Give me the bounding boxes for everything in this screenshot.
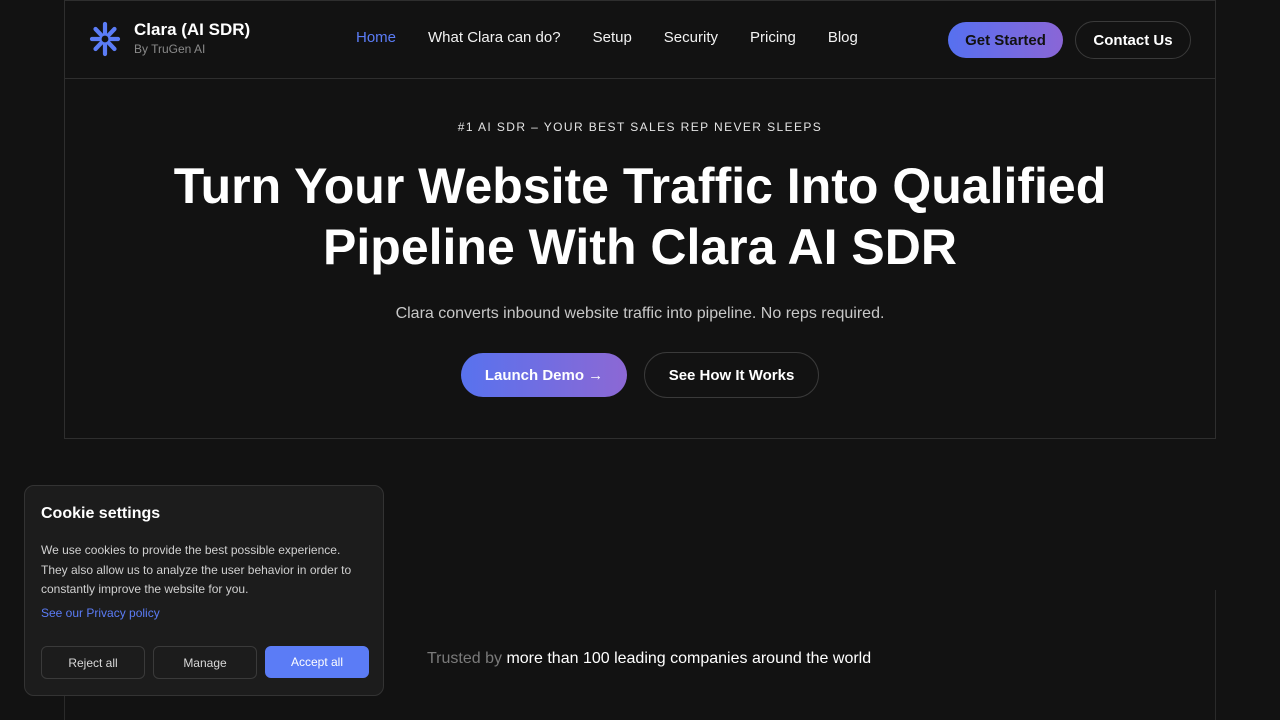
- hero-eyebrow: #1 AI SDR – YOUR BEST SALES REP NEVER SL…: [457, 120, 823, 134]
- asterisk-logo-icon: [89, 21, 121, 57]
- nav-link-setup[interactable]: Setup: [593, 29, 632, 47]
- cookie-settings-dialog: Cookie settings We use cookies to provid…: [24, 485, 384, 696]
- accept-all-button[interactable]: Accept all: [265, 646, 369, 678]
- see-how-it-works-button[interactable]: See How It Works: [644, 352, 819, 398]
- hero-subtitle: Clara converts inbound website traffic i…: [395, 305, 885, 322]
- section-divider-right: [1215, 590, 1216, 720]
- launch-demo-button[interactable]: Launch Demo →: [461, 353, 627, 397]
- manage-cookies-button[interactable]: Manage: [153, 646, 257, 679]
- hero-title-line-2: Pipeline With Clara AI SDR: [323, 219, 957, 275]
- navbar: Clara (AI SDR) By TruGen AI Home What Cl…: [64, 0, 1216, 79]
- brand[interactable]: Clara (AI SDR) By TruGen AI: [88, 20, 250, 58]
- get-started-button[interactable]: Get Started: [948, 22, 1063, 58]
- reject-all-button[interactable]: Reject all: [41, 646, 145, 679]
- hero-title-line-1: Turn Your Website Traffic Into Qualified: [173, 158, 1107, 214]
- nav-link-blog[interactable]: Blog: [828, 29, 858, 47]
- hero-title: Turn Your Website Traffic Into Qualified…: [140, 156, 1140, 278]
- trusted-by-text: Trusted by more than 100 leading compani…: [427, 650, 871, 668]
- nav-links: Home What Clara can do? Setup Security P…: [356, 29, 890, 47]
- trusted-by-count: more than 100 leading companies around t…: [506, 650, 872, 667]
- trusted-by-muted: Trusted by: [427, 650, 502, 667]
- nav-link-what-clara-can-do[interactable]: What Clara can do?: [428, 29, 561, 47]
- nav-link-security[interactable]: Security: [664, 29, 718, 47]
- privacy-policy-link[interactable]: See our Privacy policy: [41, 606, 160, 620]
- contact-us-button[interactable]: Contact Us: [1075, 21, 1191, 59]
- cookie-title: Cookie settings: [41, 505, 161, 522]
- nav-link-home[interactable]: Home: [356, 29, 396, 47]
- nav-link-pricing[interactable]: Pricing: [750, 29, 796, 47]
- cookie-description: We use cookies to provide the best possi…: [41, 543, 352, 596]
- brand-name: Clara (AI SDR): [134, 20, 251, 39]
- brand-subtitle: By TruGen AI: [134, 42, 206, 56]
